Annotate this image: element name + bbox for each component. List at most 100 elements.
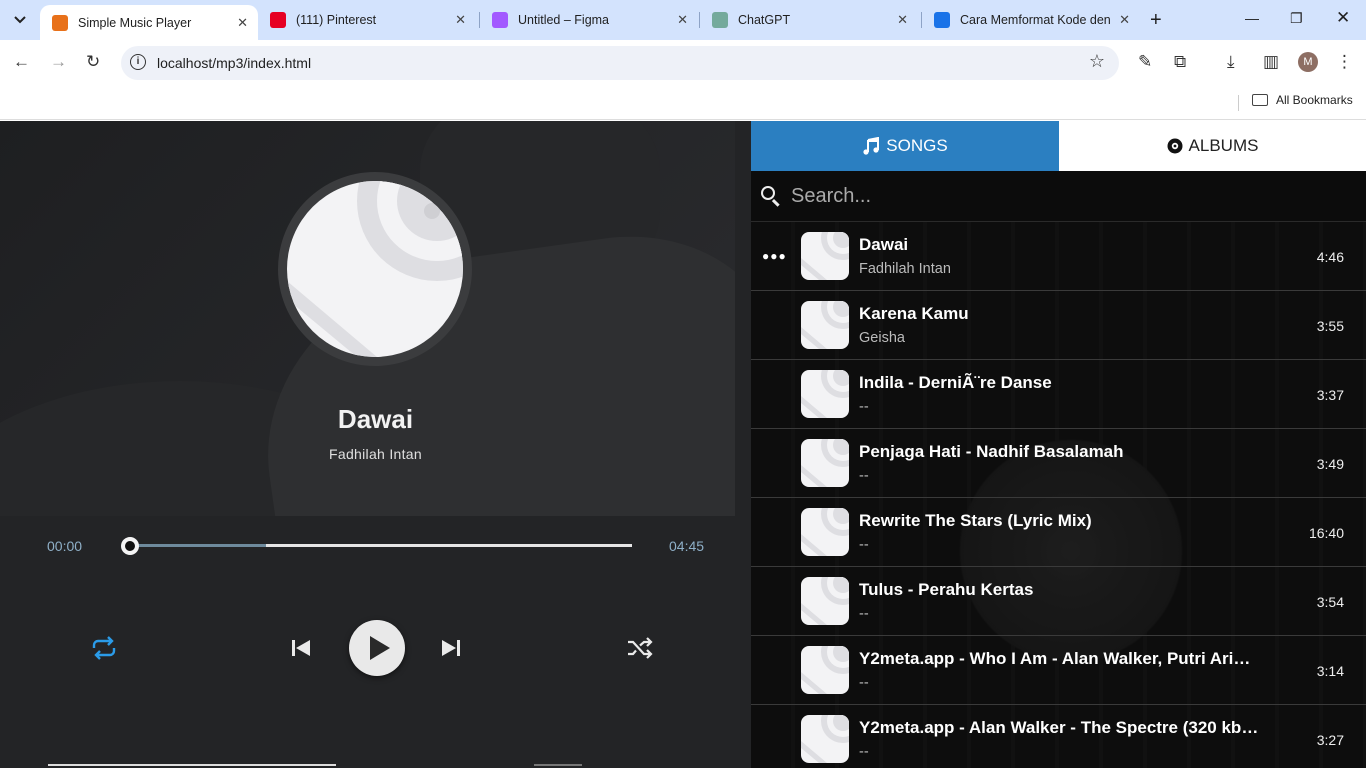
close-tab-icon[interactable]: ✕ (237, 15, 248, 31)
song-title: Tulus - Perahu Kertas (859, 580, 1034, 599)
tab-title: Cara Memformat Kode deng (960, 13, 1110, 27)
extensions-puzzle-icon[interactable]: ⧉ (1174, 52, 1186, 72)
shuffle-icon[interactable] (627, 637, 653, 659)
song-row[interactable]: Y2meta.app - Who I Am - Alan Walker, Put… (751, 636, 1366, 705)
close-tab-icon[interactable]: ✕ (897, 12, 908, 28)
close-tab-icon[interactable]: ✕ (455, 12, 466, 28)
song-row[interactable]: Karena Kamu Geisha 3:55 (751, 291, 1366, 360)
bottom-scroll-indicator (48, 764, 336, 766)
folder-icon (1252, 94, 1268, 106)
song-artist: -- (859, 468, 869, 484)
song-duration: 3:27 (1316, 732, 1344, 748)
side-panel-icon[interactable]: ▥ (1263, 52, 1279, 72)
browser-tab[interactable]: Simple Music Player ✕ (40, 5, 258, 40)
progress-bar[interactable] (130, 544, 632, 547)
browser-tab[interactable]: Cara Memformat Kode deng ✕ (922, 0, 1140, 40)
song-artist: -- (859, 537, 869, 553)
tab-separator (921, 12, 922, 28)
song-thumbnail (801, 232, 849, 280)
bottom-scroll-indicator-2 (534, 764, 582, 766)
song-duration: 3:49 (1316, 456, 1344, 472)
minimize-button[interactable]: — (1245, 10, 1259, 26)
favicon-icon (52, 14, 68, 31)
song-artist: Fadhilah Intan (859, 261, 951, 277)
song-thumbnail (801, 439, 849, 487)
song-row[interactable]: ●●● Dawai Fadhilah Intan 4:46 (751, 222, 1366, 291)
next-track-icon[interactable] (440, 637, 462, 659)
tab-albums[interactable]: ALBUMS (1059, 121, 1366, 171)
song-row[interactable]: Indila - DerniÃ¨re Danse -- 3:37 (751, 360, 1366, 429)
reload-button[interactable]: ↻ (86, 52, 100, 72)
address-bar[interactable]: i localhost/mp3/index.html ☆ (121, 46, 1119, 80)
tab-title: Untitled – Figma (518, 13, 610, 27)
site-info-icon[interactable]: i (130, 54, 146, 70)
extension-pen-icon[interactable]: ✎ (1138, 52, 1152, 72)
play-button[interactable] (349, 620, 405, 676)
song-title: Y2meta.app - Alan Walker - The Spectre (… (859, 718, 1259, 737)
search-icon (761, 186, 775, 200)
progress-knob[interactable] (121, 537, 139, 555)
music-app: Dawai Fadhilah Intan 00:00 04:45 SONGS A… (0, 121, 1366, 768)
song-list: ●●● Dawai Fadhilah Intan 4:46 Karena Kamu Gei… (751, 222, 1366, 768)
tab-songs[interactable]: SONGS (751, 121, 1059, 171)
album-art-disc (287, 181, 463, 357)
browser-menu-icon[interactable]: ⋮ (1336, 52, 1353, 72)
music-note-icon (863, 137, 880, 155)
chevron-down-icon (14, 16, 26, 24)
profile-avatar[interactable]: M (1298, 52, 1318, 72)
song-row[interactable]: Tulus - Perahu Kertas -- 3:54 (751, 567, 1366, 636)
tab-title: ChatGPT (738, 13, 791, 27)
song-duration: 3:37 (1316, 387, 1344, 403)
browser-toolbar: ← → ↻ i localhost/mp3/index.html ☆ ✎ ⧉ ⤓… (0, 40, 1366, 86)
browser-tab[interactable]: Untitled – Figma ✕ (480, 0, 698, 40)
back-button[interactable]: ← (13, 52, 30, 72)
song-title: Dawai (859, 235, 909, 254)
browser-tabstrip: Simple Music Player ✕ (111) Pinterest ✕ Unti… (0, 0, 1366, 40)
song-title: Indila - DerniÃ¨re Danse (859, 373, 1052, 392)
bookmarks-divider (1238, 95, 1239, 111)
song-row[interactable]: Penjaga Hati - Nadhif Basalamah -- 3:49 (751, 429, 1366, 498)
url-text: localhost/mp3/index.html (157, 55, 312, 71)
tab-albums-label: ALBUMS (1188, 136, 1259, 155)
close-tab-icon[interactable]: ✕ (1119, 12, 1130, 28)
song-title: Penjaga Hati - Nadhif Basalamah (859, 442, 1124, 461)
browser-tab[interactable]: (111) Pinterest ✕ (258, 0, 476, 40)
favicon-icon (934, 12, 950, 28)
bookmark-star-icon[interactable]: ☆ (1089, 51, 1105, 72)
restore-button[interactable]: ❐ (1290, 10, 1303, 27)
tab-search-button[interactable] (8, 8, 32, 32)
song-row[interactable]: Rewrite The Stars (Lyric Mix) -- 16:40 (751, 498, 1366, 567)
song-thumbnail (801, 577, 849, 625)
current-time: 00:00 (47, 538, 83, 554)
favicon-icon (492, 12, 508, 28)
song-artist: -- (859, 399, 869, 415)
now-playing-artist: Fadhilah Intan (329, 446, 422, 462)
progress-buffered (130, 544, 266, 547)
song-thumbnail (801, 301, 849, 349)
tab-title: Simple Music Player (78, 15, 192, 30)
all-bookmarks-label: All Bookmarks (1276, 93, 1353, 107)
all-bookmarks-button[interactable]: All Bookmarks (1252, 93, 1353, 107)
previous-track-icon[interactable] (290, 637, 312, 659)
download-icon[interactable]: ⤓ (1227, 52, 1235, 72)
song-title: Karena Kamu (859, 304, 969, 323)
song-list-panel: SONGS ALBUMS ●●● Dawai Fadhilah Intan 4:46 K… (751, 121, 1366, 768)
tab-separator (699, 12, 700, 28)
browser-tab[interactable]: ChatGPT ✕ (700, 0, 918, 40)
now-playing-title: Dawai (337, 404, 414, 434)
new-tab-button[interactable]: + (1150, 9, 1162, 32)
tab-separator (479, 12, 480, 28)
song-search (751, 171, 1366, 222)
search-input[interactable] (791, 183, 1351, 209)
close-window-button[interactable]: ✕ (1336, 8, 1350, 28)
song-row[interactable]: Y2meta.app - Alan Walker - The Spectre (… (751, 705, 1366, 768)
forward-button[interactable]: → (50, 52, 67, 72)
song-thumbnail (801, 508, 849, 556)
song-artist: -- (859, 744, 869, 760)
song-thumbnail (801, 646, 849, 694)
favicon-icon (712, 12, 728, 28)
song-duration: 16:40 (1308, 525, 1344, 541)
song-duration: 3:14 (1316, 663, 1344, 679)
close-tab-icon[interactable]: ✕ (677, 12, 688, 28)
repeat-icon[interactable] (90, 636, 118, 660)
